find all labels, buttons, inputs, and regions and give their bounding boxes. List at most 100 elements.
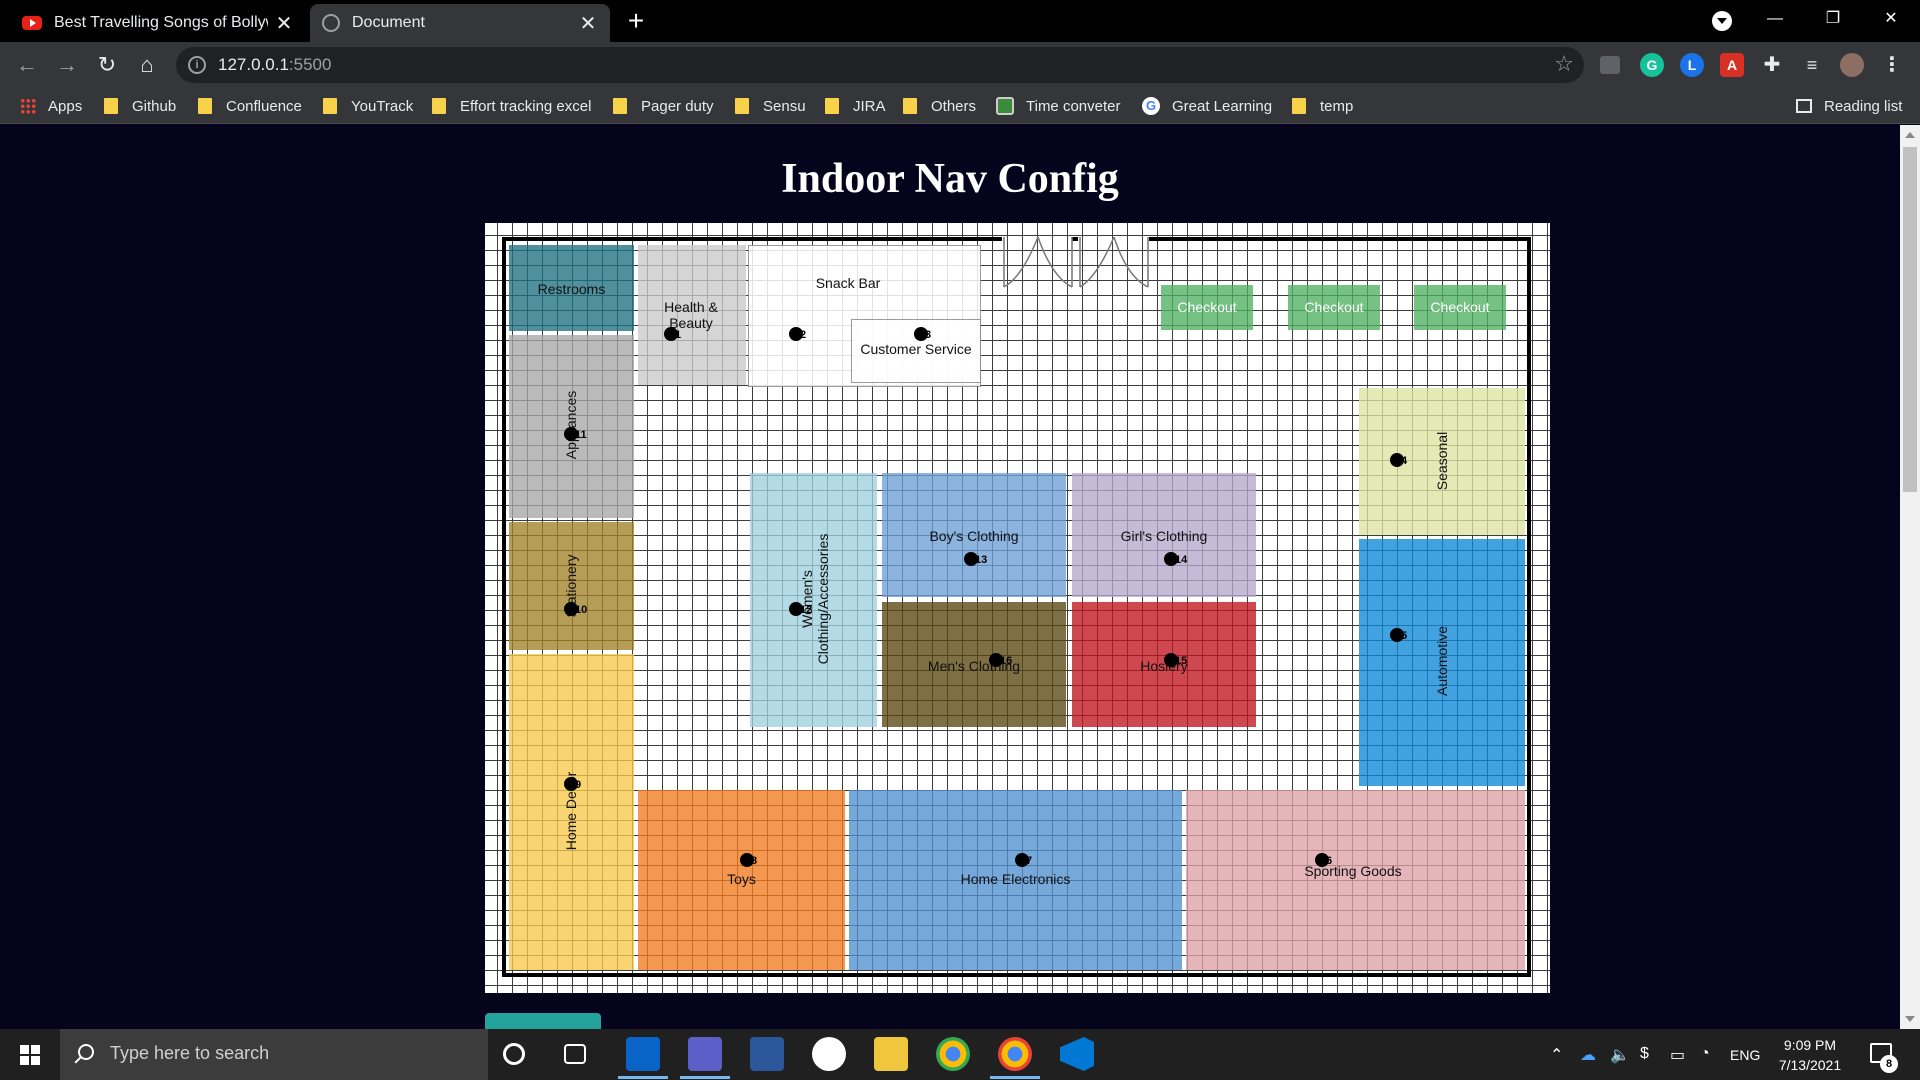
tab-youtube[interactable]: Best Travelling Songs of Bollywo ✕: [10, 4, 306, 42]
room-label-checkout: Checkout: [1430, 299, 1490, 315]
clock-icon: [996, 97, 1014, 115]
chrome-icon[interactable]: [936, 1037, 970, 1071]
battery-icon[interactable]: ▭: [1670, 1045, 1685, 1065]
bookmark-temp[interactable]: temp: [1292, 96, 1353, 116]
node-number: 9: [575, 779, 582, 791]
bookmark-pager-duty[interactable]: Pager duty: [613, 96, 714, 116]
new-tab-button[interactable]: +: [624, 6, 648, 36]
address-bar[interactable]: i 127.0.0.1:5500 ☆: [176, 47, 1584, 83]
bookmark-github[interactable]: Github: [104, 96, 176, 116]
room-sporting-goods[interactable]: [1186, 790, 1525, 970]
room-label-appliances: Appliances: [563, 390, 579, 460]
chevron-up-icon[interactable]: ⌃: [1550, 1045, 1563, 1065]
node-number: 2: [800, 329, 807, 341]
powershell-icon[interactable]: [750, 1037, 784, 1071]
url-text[interactable]: 127.0.0.1:5500: [218, 55, 331, 75]
bookmark-jira[interactable]: JIRA: [825, 96, 886, 116]
task-view-icon[interactable]: [564, 1044, 586, 1064]
tab-search-icon[interactable]: [1712, 11, 1732, 31]
forward-button[interactable]: →: [52, 50, 82, 80]
home-button[interactable]: ⌂: [132, 50, 162, 80]
wifi-icon[interactable]: ◔: [1700, 1045, 1710, 1063]
folder-icon: [613, 98, 627, 114]
entrance-doors-icon: [1003, 237, 1149, 288]
bookmark-youtrack[interactable]: YouTrack: [323, 96, 413, 116]
tab-close-button[interactable]: ✕: [274, 11, 294, 36]
bookmark-label: Effort tracking excel: [460, 97, 592, 115]
store-map-grid[interactable]: Restrooms Health & Beauty Snack Bar Cust…: [485, 223, 1550, 993]
reading-list-button[interactable]: Reading list: [1796, 96, 1902, 116]
bookmark-great-learning[interactable]: G Great Learning: [1142, 96, 1272, 116]
acrobat-icon[interactable]: A: [1720, 53, 1744, 77]
page-scrollbar[interactable]: [1900, 125, 1920, 1029]
bookmark-label: Others: [931, 97, 977, 115]
node-number: 5: [1401, 630, 1408, 642]
teams-icon[interactable]: [680, 1037, 730, 1079]
bookmark-others[interactable]: Others: [903, 96, 976, 116]
menu-icon[interactable]: ⋮: [1880, 53, 1904, 77]
scroll-down-icon[interactable]: [1905, 1016, 1915, 1022]
lastpass-icon[interactable]: L: [1680, 53, 1704, 77]
site-info-icon[interactable]: i: [188, 56, 206, 74]
clock[interactable]: 9:09 PM 7/13/2021: [1770, 1035, 1850, 1075]
volume-icon[interactable]: 🔈: [1610, 1045, 1630, 1065]
cortana-icon[interactable]: [503, 1043, 525, 1065]
tab-title: Document: [352, 14, 425, 31]
chrome-active-icon[interactable]: [990, 1037, 1040, 1079]
puzzle-icon[interactable]: ✚: [1760, 53, 1784, 77]
google-icon: G: [1142, 97, 1160, 115]
close-window-button[interactable]: ✕: [1862, 0, 1920, 40]
bookmark-label: JIRA: [853, 97, 886, 115]
folder-icon: [735, 98, 749, 114]
reload-button[interactable]: ↻: [92, 50, 122, 80]
bookmark-label: YouTrack: [351, 97, 414, 115]
room-label-mens-clothing: Men's Clothing: [927, 658, 1021, 674]
room-label-automotive: Automotive: [1434, 625, 1450, 697]
outlook-icon[interactable]: [618, 1037, 668, 1079]
bookmark-label: Apps: [48, 97, 83, 115]
grammarly-icon[interactable]: G: [1640, 53, 1664, 77]
slack-icon[interactable]: [812, 1037, 846, 1071]
bookmark-apps[interactable]: Apps: [20, 96, 82, 116]
folder-icon: [432, 98, 446, 114]
avatar[interactable]: [1840, 53, 1864, 77]
cast-icon[interactable]: [1600, 56, 1620, 74]
vscode-icon[interactable]: [1060, 1037, 1094, 1071]
bookmark-confluence[interactable]: Confluence: [198, 96, 302, 116]
action-button[interactable]: [485, 1013, 601, 1029]
bookmark-star-icon[interactable]: ☆: [1554, 51, 1574, 77]
start-button[interactable]: [0, 1029, 60, 1080]
clock-time: 9:09 PM: [1783, 1037, 1837, 1053]
onedrive-icon[interactable]: ☁: [1580, 1045, 1596, 1065]
folder-icon: [198, 98, 212, 114]
file-explorer-icon[interactable]: [874, 1037, 908, 1071]
room-label-girls-clothing: Girl's Clothing: [1120, 528, 1208, 544]
node-number: 10: [575, 604, 588, 616]
wall-bottom: [502, 973, 1531, 977]
youtube-icon: [22, 16, 42, 30]
restore-button[interactable]: ❐: [1804, 0, 1862, 40]
bookmark-effort-tracking[interactable]: Effort tracking excel: [432, 96, 591, 116]
node-number: 14: [1175, 554, 1188, 566]
bookmark-time-converter[interactable]: Time conveter: [996, 96, 1120, 116]
node-number: 3: [925, 329, 932, 341]
language-indicator[interactable]: ENG: [1730, 1047, 1760, 1063]
bookmark-label: Time conveter: [1026, 97, 1121, 115]
dollar-icon[interactable]: $: [1640, 1045, 1649, 1063]
browser-toolbar: ← → ↻ ⌂ i 127.0.0.1:5500 ☆ G L A ✚ ≡ ⋮: [0, 42, 1920, 88]
reading-list-icon: [1796, 99, 1812, 113]
folder-icon: [323, 98, 337, 114]
scroll-thumb[interactable]: [1903, 147, 1917, 492]
folder-icon: [903, 98, 917, 114]
tab-strip: Best Travelling Songs of Bollywo ✕ Docum…: [0, 0, 1920, 42]
bookmark-sensu[interactable]: Sensu: [735, 96, 806, 116]
media-icon[interactable]: ≡: [1800, 53, 1824, 77]
taskbar-search[interactable]: Type here to search: [60, 1029, 488, 1080]
tab-close-button[interactable]: ✕: [578, 11, 598, 36]
node-number: 1: [675, 329, 682, 341]
back-button[interactable]: ←: [12, 50, 42, 80]
minimize-button[interactable]: —: [1746, 0, 1804, 40]
windows-logo-icon: [20, 1056, 29, 1065]
tab-document[interactable]: Document ✕: [310, 4, 610, 42]
scroll-up-icon[interactable]: [1905, 132, 1915, 138]
